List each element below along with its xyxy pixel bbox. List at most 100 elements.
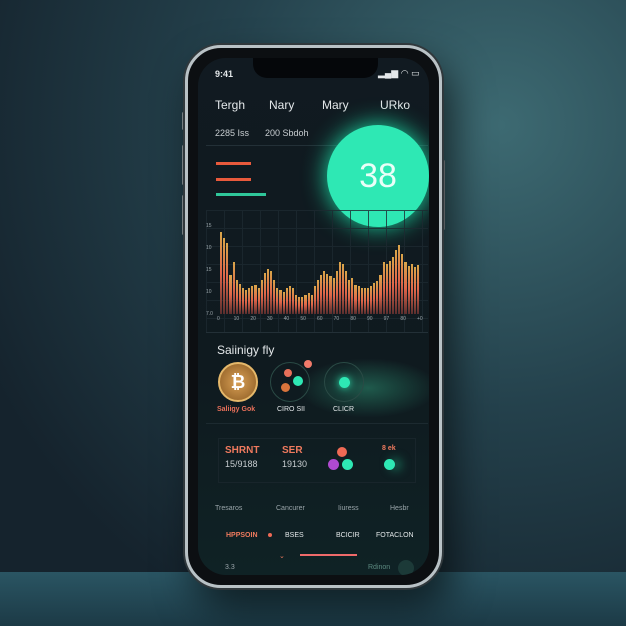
bottom-label-3: Iiuress <box>338 505 359 512</box>
chart-bar <box>298 296 301 314</box>
chart-bar <box>332 277 335 314</box>
y-axis: 15 10 15 10 7.0 <box>206 223 218 318</box>
dot-green <box>384 459 395 470</box>
chart-bar <box>266 269 269 314</box>
asset-label-2: CIRO SII <box>277 406 306 413</box>
summary-a-value: 15/9188 <box>225 459 258 469</box>
chart-bar <box>413 266 416 314</box>
bitcoin-icon[interactable]: ₿ <box>218 362 258 402</box>
chart-bar <box>348 279 351 314</box>
orbit-icon[interactable] <box>324 362 364 402</box>
chart-bar <box>254 284 257 314</box>
chart-bar <box>326 274 329 314</box>
dot <box>268 533 272 537</box>
chart-bar <box>316 279 319 314</box>
chart-bar <box>385 264 388 314</box>
dot <box>304 360 312 368</box>
chart-bar <box>391 257 394 314</box>
x-tick-label: 10 <box>233 316 240 322</box>
chart-bar <box>288 286 291 314</box>
chart-bar <box>310 295 313 314</box>
chart-bar <box>341 264 344 314</box>
chart-bar <box>338 262 341 314</box>
signal-wifi-battery-icon: ▂▄▆ ◠ ▭ <box>378 68 420 78</box>
nav-item-1[interactable]: HPPSOIN <box>226 532 258 539</box>
chart-bar <box>291 288 294 314</box>
active-indicator <box>300 554 357 556</box>
dot-green <box>342 459 353 470</box>
chart-bar <box>345 271 348 314</box>
tab-1[interactable]: Tergh <box>215 98 245 112</box>
chart-bar <box>401 253 404 314</box>
nav-item-3[interactable]: BCICIR <box>336 532 360 539</box>
chevron-down-icon[interactable]: ⌄ <box>279 552 285 560</box>
summary-b-value: 19130 <box>282 459 308 469</box>
x-axis: 0 10 20 30 40 50 60 70 80 90 97 80 +0 <box>217 316 423 326</box>
power-button <box>442 160 445 230</box>
tab-4[interactable]: URko <box>380 98 410 112</box>
orbit-icon[interactable] <box>270 362 310 402</box>
y-tick-label: 7.0 <box>206 311 213 317</box>
chart-bar <box>313 286 316 314</box>
nav-item-2[interactable]: BSES <box>285 532 304 539</box>
notch <box>253 58 378 78</box>
asset-label-1: Saliigy Gok <box>217 406 256 413</box>
chart-bar <box>379 275 382 314</box>
chart-bar <box>260 279 263 314</box>
chart-bar <box>407 265 410 314</box>
chart-bar <box>382 262 385 314</box>
summary-b-title: SER <box>282 445 303 456</box>
home-button[interactable] <box>398 560 414 575</box>
x-tick-label: 50 <box>300 316 306 322</box>
chart-bar <box>363 288 366 314</box>
footer-right: Rdinon <box>368 564 391 571</box>
chart-bar <box>295 295 298 314</box>
chart-bar <box>301 296 304 314</box>
chart-bar <box>223 238 226 314</box>
chart-bar <box>360 288 363 314</box>
chart-bar <box>304 295 307 314</box>
chart-bar <box>357 286 360 314</box>
x-tick-label: 60 <box>317 316 323 322</box>
status-time: 9:41 <box>215 69 234 79</box>
x-tick-label: 80 <box>350 316 356 322</box>
y-tick-label: 15 <box>206 223 212 229</box>
legend-line-3 <box>216 193 266 196</box>
bottom-label-1: Tresaros <box>215 505 243 512</box>
chart-bar <box>251 286 254 314</box>
chart-bar <box>285 288 288 314</box>
chart-bar <box>370 286 373 314</box>
chart-bar <box>226 243 229 314</box>
chart-bar <box>273 279 276 314</box>
divider <box>206 332 428 333</box>
chart-bar <box>323 271 326 314</box>
phone: 9:41 ▂▄▆ ◠ ▭ Tergh Nary Mary URko 2285 I… <box>185 45 442 588</box>
nav-item-4[interactable]: FOTACLON <box>376 532 414 539</box>
x-tick-label: 80 <box>400 316 406 322</box>
tab-2[interactable]: Nary <box>269 98 294 112</box>
chart-bar <box>410 264 413 314</box>
chart-bar <box>245 289 248 314</box>
y-tick-label: 10 <box>206 289 212 295</box>
x-tick-label: 90 <box>367 316 373 322</box>
chart-bar <box>320 275 323 314</box>
chart-bar <box>373 283 376 314</box>
chart-bar <box>232 262 235 314</box>
chart-bar <box>257 288 260 314</box>
stat-left: 2285 Iss <box>215 128 250 138</box>
y-tick-label: 15 <box>206 267 212 273</box>
bar-chart <box>220 228 420 314</box>
footer-left: 3.3 <box>225 564 235 571</box>
chart-bar <box>241 288 244 314</box>
x-tick-label: 40 <box>283 316 290 322</box>
x-tick-label: 30 <box>267 316 273 322</box>
tab-3[interactable]: Mary <box>322 98 349 112</box>
chart-bar <box>404 262 407 314</box>
dot-red <box>337 447 347 457</box>
legend-line-2 <box>216 178 251 181</box>
x-tick-label: 70 <box>333 316 340 322</box>
screen: 9:41 ▂▄▆ ◠ ▭ Tergh Nary Mary URko 2285 I… <box>198 58 429 575</box>
x-tick-label: 20 <box>250 316 256 322</box>
legend-line-1 <box>216 162 251 165</box>
stat-right: 200 Sbdoh <box>265 128 309 138</box>
